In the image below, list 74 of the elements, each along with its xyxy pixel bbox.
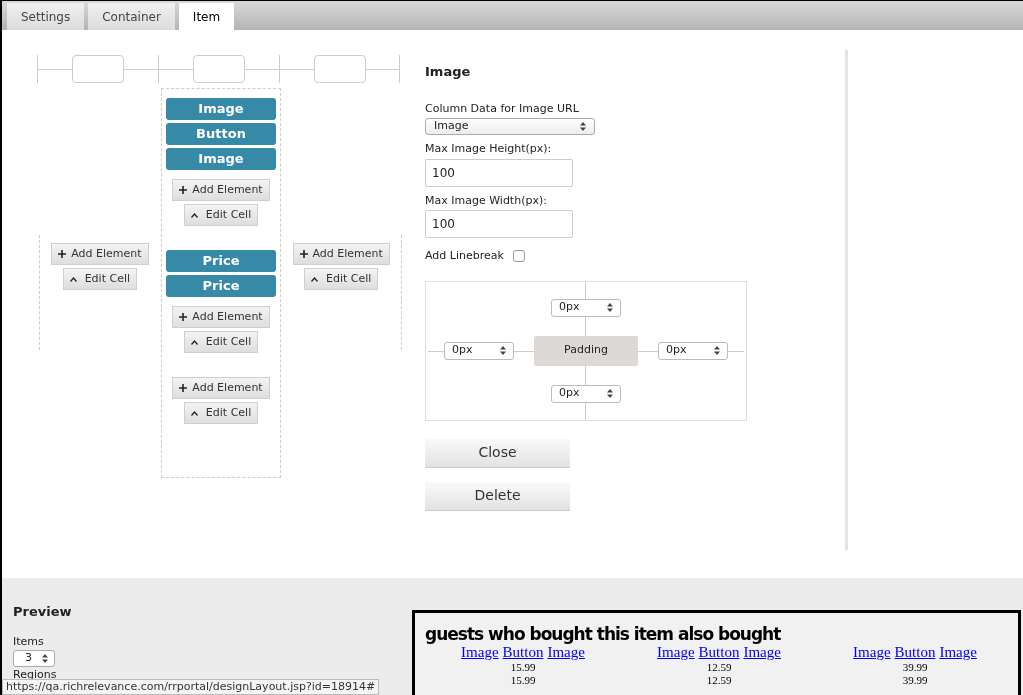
width-field[interactable] bbox=[72, 55, 124, 83]
product-link[interactable]: Image bbox=[547, 644, 585, 661]
column-select[interactable]: Image bbox=[425, 118, 595, 135]
field-label: Items bbox=[13, 633, 45, 650]
status-bar: https://qa.richrelevance.com/rrportal/designLayout.jsp?id=18914# bbox=[2, 679, 380, 695]
caret-up-icon bbox=[311, 276, 318, 282]
select-arrows-icon bbox=[607, 303, 613, 312]
add-element-button[interactable]: Add Element bbox=[172, 179, 270, 201]
plus-icon bbox=[299, 250, 308, 258]
items-select[interactable]: 3 bbox=[13, 650, 55, 667]
padding-select[interactable]: 0px bbox=[551, 298, 621, 317]
edit-cell-button[interactable]: Edit Cell bbox=[183, 204, 259, 226]
element-button[interactable]: Price bbox=[166, 275, 276, 297]
preview-title: Preview bbox=[13, 603, 73, 621]
edit-cell-button[interactable]: Edit Cell bbox=[62, 268, 137, 290]
tab[interactable]: Item bbox=[178, 3, 235, 30]
edit-cell-button[interactable]: Edit Cell bbox=[183, 402, 259, 424]
add-element-button[interactable]: Add Element bbox=[292, 243, 390, 265]
linebreak-checkbox[interactable] bbox=[512, 250, 525, 263]
product-link[interactable]: Image bbox=[657, 644, 695, 661]
product-link[interactable]: Button bbox=[894, 644, 936, 661]
edit-cell-button[interactable]: Edit Cell bbox=[304, 268, 379, 290]
field-label: Add Linebreak bbox=[425, 248, 504, 264]
price-text: 15.99 bbox=[510, 661, 536, 674]
product-link[interactable]: Image bbox=[853, 644, 891, 661]
element-button[interactable]: Button bbox=[166, 123, 276, 145]
price-text: 39.99 bbox=[902, 661, 928, 674]
add-element-button[interactable]: Add Element bbox=[172, 377, 270, 399]
width-field[interactable] bbox=[313, 55, 366, 83]
plus-icon bbox=[179, 186, 188, 194]
padding-box: Padding bbox=[534, 335, 638, 366]
plus-icon bbox=[179, 384, 188, 392]
caret-up-icon bbox=[69, 276, 77, 282]
select-arrows-icon bbox=[607, 389, 613, 398]
select-arrows-icon bbox=[714, 346, 720, 355]
action-button[interactable]: Delete bbox=[425, 481, 570, 511]
price-text: 12.59 bbox=[706, 674, 732, 687]
caret-up-icon bbox=[190, 212, 198, 218]
caret-up-icon bbox=[190, 339, 198, 345]
padding-select[interactable]: 0px bbox=[551, 384, 621, 403]
field-label: Max Image Height(px): bbox=[425, 141, 553, 157]
select-arrows-icon bbox=[580, 122, 586, 131]
field-label: Column Data for Image URL bbox=[425, 100, 580, 117]
product-link[interactable]: Image bbox=[939, 644, 977, 661]
height-field[interactable]: 100 bbox=[425, 158, 573, 187]
caret-up-icon bbox=[190, 410, 198, 416]
element-button[interactable]: Image bbox=[166, 98, 276, 120]
add-element-button[interactable]: Add Element bbox=[172, 306, 270, 328]
price-text: 39.99 bbox=[902, 674, 928, 687]
select-arrows-icon bbox=[500, 346, 506, 355]
select-arrows-icon bbox=[42, 654, 48, 663]
section-title: Image bbox=[425, 63, 472, 81]
price-text: 12.59 bbox=[706, 661, 732, 674]
product-link[interactable]: Image bbox=[461, 644, 499, 661]
padding-select[interactable]: 0px bbox=[444, 341, 514, 360]
product-link[interactable]: Image bbox=[743, 644, 781, 661]
product-link[interactable]: Button bbox=[698, 644, 740, 661]
edit-cell-button[interactable]: Edit Cell bbox=[183, 331, 259, 353]
action-button[interactable]: Close bbox=[425, 438, 570, 468]
width-field[interactable]: 100 bbox=[425, 210, 573, 238]
tab[interactable]: Container bbox=[88, 3, 175, 30]
price-text: 15.99 bbox=[510, 674, 536, 687]
element-button[interactable]: Price bbox=[166, 250, 276, 272]
element-button[interactable]: Image bbox=[166, 148, 276, 170]
padding-select[interactable]: 0px bbox=[658, 341, 728, 360]
field-label: Max Image Width(px): bbox=[425, 192, 548, 209]
recommendation-heading: guests who bought this item also bought bbox=[425, 624, 782, 644]
add-element-button[interactable]: Add Element bbox=[51, 243, 149, 265]
plus-icon bbox=[179, 313, 188, 321]
plus-icon bbox=[58, 250, 67, 258]
product-link[interactable]: Button bbox=[502, 644, 544, 661]
field-label: Regions bbox=[13, 667, 58, 682]
width-field[interactable] bbox=[193, 55, 245, 83]
tab[interactable]: Settings bbox=[7, 3, 85, 30]
